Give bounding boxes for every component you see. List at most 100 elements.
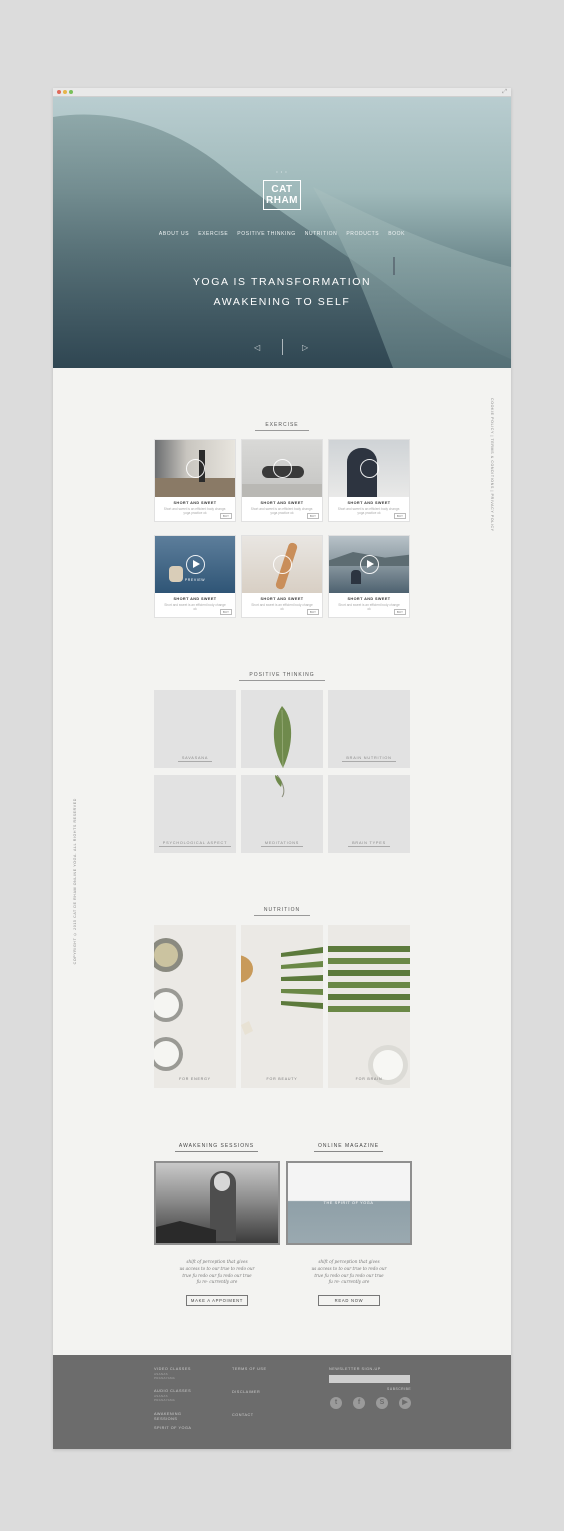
asparagus-image: [328, 946, 410, 1085]
positive-tile[interactable]: SAVASANA: [154, 690, 236, 768]
close-dot[interactable]: [57, 90, 61, 94]
footer-link[interactable]: VIDEO CLASSES: [154, 1367, 191, 1371]
card-description: Short and sweet is an efficient body cha…: [251, 603, 313, 611]
magazine-overlay-text: THE SPIRIT OF YOGA: [323, 1201, 374, 1205]
play-icon[interactable]: [273, 459, 292, 478]
exercise-card[interactable]: SHORT AND SWEET Short and sweet is an ef…: [328, 535, 410, 618]
nutrition-tile[interactable]: FOR ENERGY: [154, 925, 236, 1088]
card-description: Short and sweet is an efficient body cha…: [164, 603, 226, 611]
positive-tile[interactable]: BRAIN NUTRITION: [328, 690, 410, 768]
card-description: Short and sweet is an efficient body cha…: [338, 603, 400, 611]
tile-label: SAVASANA: [177, 756, 213, 762]
copyright: COPYRIGHT © 2015 CAT DE RHAM ONLINE YOGA…: [73, 798, 77, 965]
positive-thinking-title: POSITIVE THINKING: [53, 672, 511, 681]
footer-link[interactable]: TERMS OF USE: [232, 1367, 266, 1371]
exercise-card[interactable]: PREVIEW SHORT AND SWEET Short and sweet …: [154, 535, 236, 618]
card-title: SHORT AND SWEET: [347, 501, 391, 505]
hero-banner: • • • CAT RHAM ABOUT US EXERCISE POSITIVE…: [53, 97, 511, 368]
sessions-title: AWAKENING SESSIONS: [154, 1143, 279, 1152]
tile-label: BRAIN NUTRITION: [342, 756, 396, 762]
nav-exercise[interactable]: EXERCISE: [198, 231, 228, 237]
exercise-card[interactable]: SHORT AND SWEET Short and sweet is an ef…: [241, 535, 323, 618]
tile-label: PSYCHOLOGICAL ASPECT: [158, 841, 232, 847]
footer-sublink[interactable]: ASANAS PRANAYAMA: [154, 1394, 182, 1402]
read-now-button[interactable]: READ NOW: [318, 1295, 380, 1306]
buy-button[interactable]: BUY: [393, 513, 406, 519]
minimize-dot[interactable]: [63, 90, 67, 94]
card-title: SHORT AND SWEET: [173, 597, 217, 601]
prev-arrow-icon[interactable]: ◁: [254, 343, 260, 352]
footer-link[interactable]: DISCLAIMER: [232, 1390, 260, 1394]
main-nav: ABOUT US EXERCISE POSITIVE THINKING NUTR…: [53, 231, 511, 237]
footer: VIDEO CLASSES ASANAS PRANAYAMA AUDIO CLA…: [53, 1355, 511, 1449]
play-icon[interactable]: [186, 459, 205, 478]
nutrition-tile[interactable]: FOR BEAUTY: [241, 925, 323, 1088]
skype-icon[interactable]: S: [376, 1397, 388, 1409]
hero-tagline-1: YOGA IS TRANSFORMATION: [192, 276, 372, 288]
positive-tile[interactable]: BRAIN TYPES: [328, 775, 410, 853]
exercise-card[interactable]: SHORT AND SWEET Short and sweet is an ef…: [328, 439, 410, 522]
youtube-icon[interactable]: ▶: [399, 1397, 411, 1409]
hero-tagline-2: AWAKENING TO SELF: [213, 296, 351, 308]
card-title: SHORT AND SWEET: [260, 501, 304, 505]
buy-button[interactable]: BUY: [306, 609, 319, 615]
twitter-icon[interactable]: t: [330, 1397, 342, 1409]
nav-nutrition[interactable]: NUTRITION: [305, 231, 338, 237]
play-icon[interactable]: [273, 555, 292, 574]
appointment-button[interactable]: MAKE A APPOIMENT: [186, 1295, 248, 1306]
logo-tagline: • • •: [276, 169, 288, 174]
play-icon[interactable]: [360, 555, 379, 574]
nutrition-title: NUTRITION: [53, 907, 511, 916]
sessions-photo[interactable]: [154, 1161, 280, 1245]
zoom-dot[interactable]: [69, 90, 73, 94]
window-chrome: ⤢: [53, 88, 511, 97]
positive-tile[interactable]: MEDITATIONS: [241, 775, 323, 853]
positive-tile[interactable]: [241, 690, 323, 769]
card-description: Short and sweet is an efficient body cha…: [250, 507, 314, 515]
footer-link[interactable]: AWAKENING SESSIONS: [154, 1412, 182, 1421]
exercise-title: EXERCISE: [53, 422, 511, 431]
brand-logo[interactable]: CAT RHAM: [263, 180, 301, 210]
card-title: SHORT AND SWEET: [347, 597, 391, 601]
newsletter-label: NEWSLETTER SIGN-UP: [329, 1367, 381, 1371]
card-description: Short and sweet is an efficient body cha…: [337, 507, 401, 515]
nav-book[interactable]: BOOK: [388, 231, 405, 237]
nutrition-label: FOR ENERGY: [179, 1077, 211, 1081]
preview-label: PREVIEW: [184, 578, 206, 582]
facebook-icon[interactable]: f: [353, 1397, 365, 1409]
subscribe-button[interactable]: SUBSCRIBE: [387, 1387, 411, 1391]
tile-label: MEDITATIONS: [260, 841, 304, 847]
footer-sublink[interactable]: ASANAS PRANAYAMA: [154, 1372, 182, 1380]
nutrition-label: FOR BEAUTY: [266, 1077, 298, 1081]
fullscreen-icon[interactable]: ⤢: [502, 89, 507, 96]
footer-link[interactable]: AUDIO CLASSES: [154, 1389, 191, 1393]
buy-button[interactable]: BUY: [393, 609, 406, 615]
nutrition-tile[interactable]: FOR BRAIN: [328, 925, 410, 1088]
magazine-title: ONLINE MAGAZINE: [286, 1143, 411, 1152]
browser-window: ⤢ • • • CAT RHAM ABOUT US EXERCISE POSIT…: [53, 88, 511, 1449]
sessions-quote: shift of perception that gives us access …: [179, 1259, 255, 1285]
leaf-image: [273, 706, 292, 769]
newsletter-email-input[interactable]: [329, 1375, 410, 1383]
legal-links[interactable]: COOKIE POLICY | TERMS & CONDITIONS | PRI…: [490, 398, 494, 532]
footer-link[interactable]: SPIRIT OF YOGA: [154, 1426, 191, 1430]
positive-tile[interactable]: PSYCHOLOGICAL ASPECT: [154, 775, 236, 853]
buy-button[interactable]: BUY: [306, 513, 319, 519]
leaf-image: [275, 775, 285, 798]
card-title: SHORT AND SWEET: [173, 501, 217, 505]
buy-button[interactable]: BUY: [219, 609, 232, 615]
nav-products[interactable]: PRODUCTS: [346, 231, 379, 237]
card-title: SHORT AND SWEET: [260, 597, 304, 601]
magazine-photo[interactable]: THE SPIRIT OF YOGA: [286, 1161, 412, 1245]
play-icon[interactable]: [360, 459, 379, 478]
exercise-card[interactable]: SHORT AND SWEET Short and sweet is an ef…: [154, 439, 236, 522]
buy-button[interactable]: BUY: [219, 513, 232, 519]
nav-positive-thinking[interactable]: POSITIVE THINKING: [237, 231, 295, 237]
nav-about[interactable]: ABOUT US: [159, 231, 189, 237]
arrow-divider: [282, 339, 283, 355]
exercise-card[interactable]: SHORT AND SWEET Short and sweet is an ef…: [241, 439, 323, 522]
play-icon[interactable]: [186, 555, 205, 574]
next-arrow-icon[interactable]: ▷: [302, 343, 308, 352]
card-description: Short and sweet is an efficient body cha…: [163, 507, 227, 515]
footer-link[interactable]: CONTACT: [232, 1413, 254, 1417]
